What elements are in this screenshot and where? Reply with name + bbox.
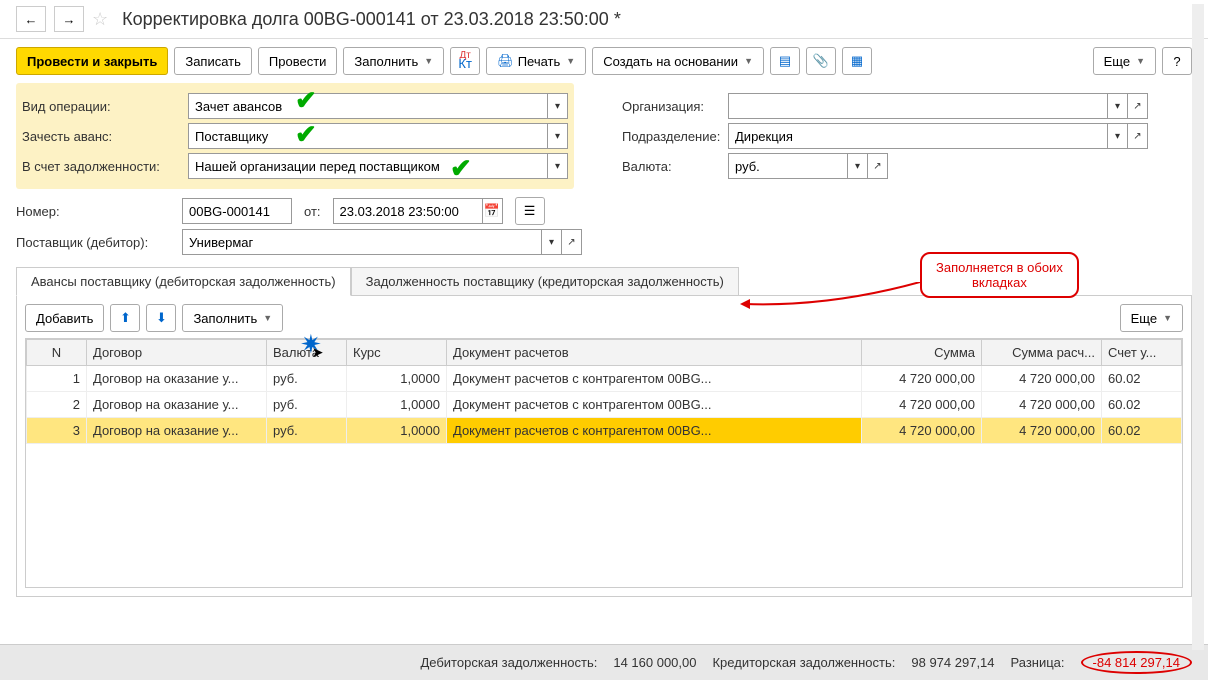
diff-value: -84 814 297,14: [1081, 651, 1192, 674]
number-input[interactable]: [182, 198, 292, 224]
from-label: от:: [304, 204, 321, 219]
currency-open[interactable]: ↗: [868, 153, 888, 179]
org-dropdown[interactable]: ▾: [1108, 93, 1128, 119]
table-row[interactable]: 2Договор на оказание у...руб.1,0000Докум…: [27, 392, 1182, 418]
table-row[interactable]: 1Договор на оказание у...руб.1,0000Докум…: [27, 366, 1182, 392]
date-input[interactable]: [333, 198, 483, 224]
col-rate[interactable]: Курс: [347, 340, 447, 366]
debt-label: В счет задолженности:: [22, 159, 182, 174]
dept-dropdown[interactable]: ▾: [1108, 123, 1128, 149]
op-type-input[interactable]: [188, 93, 548, 119]
paperclip-icon: 📎: [813, 53, 829, 69]
cred-value: 98 974 297,14: [911, 655, 994, 670]
supplier-input[interactable]: [182, 229, 542, 255]
currency-label: Валюта:: [622, 159, 722, 174]
page-title: Корректировка долга 00BG-000141 от 23.03…: [116, 9, 621, 30]
debt-dropdown[interactable]: ▾: [548, 153, 568, 179]
print-button[interactable]: 🖨Печать▼: [486, 47, 586, 75]
advance-input[interactable]: [188, 123, 548, 149]
currency-input[interactable]: [728, 153, 848, 179]
dept-label: Подразделение:: [622, 129, 722, 144]
add-row-button[interactable]: Добавить: [25, 304, 104, 332]
supplier-label: Поставщик (дебитор):: [16, 235, 176, 250]
org-label: Организация:: [622, 99, 722, 114]
col-account[interactable]: Счет у...: [1102, 340, 1182, 366]
deb-label: Дебиторская задолженность:: [420, 655, 597, 670]
org-input[interactable]: [728, 93, 1108, 119]
advance-label: Зачесть аванс:: [22, 129, 182, 144]
more-button[interactable]: Еще▼: [1093, 47, 1156, 75]
annotation-callout: Заполняется в обоих вкладках: [920, 252, 1079, 298]
cred-label: Кредиторская задолженность:: [712, 655, 895, 670]
list-icon: ☰: [524, 203, 536, 219]
date-extra-button[interactable]: ☰: [515, 197, 545, 225]
dept-open[interactable]: ↗: [1128, 123, 1148, 149]
report-button[interactable]: ▦: [842, 47, 872, 75]
report-icon: ▦: [851, 53, 863, 69]
advance-dropdown[interactable]: ▾: [548, 123, 568, 149]
calendar-button[interactable]: 📅: [483, 198, 503, 224]
col-doc[interactable]: Документ расчетов: [447, 340, 862, 366]
col-n[interactable]: N: [27, 340, 87, 366]
write-button[interactable]: Записать: [174, 47, 252, 75]
supplier-open[interactable]: ↗: [562, 229, 582, 255]
debt-input[interactable]: [188, 153, 548, 179]
tab-advances[interactable]: Авансы поставщику (дебиторская задолженн…: [16, 267, 351, 296]
op-type-label: Вид операции:: [22, 99, 182, 114]
favorite-star-icon[interactable]: ☆: [92, 9, 108, 30]
printer-icon: 🖨: [497, 53, 514, 69]
arrow-up-icon: ⬆: [120, 310, 131, 326]
forward-button[interactable]: →: [54, 6, 84, 32]
post-button[interactable]: Провести: [258, 47, 338, 75]
create-based-button[interactable]: Создать на основании▼: [592, 47, 764, 75]
diff-label: Разница:: [1011, 655, 1065, 670]
post-and-close-button[interactable]: Провести и закрыть: [16, 47, 168, 75]
deb-value: 14 160 000,00: [613, 655, 696, 670]
org-open[interactable]: ↗: [1128, 93, 1148, 119]
tab-debt[interactable]: Задолженность поставщику (кредиторская з…: [351, 267, 739, 296]
fill-button[interactable]: Заполнить▼: [343, 47, 444, 75]
col-sum-calc[interactable]: Сумма расч...: [982, 340, 1102, 366]
back-button[interactable]: ←: [16, 6, 46, 32]
op-type-dropdown[interactable]: ▾: [548, 93, 568, 119]
dept-input[interactable]: [728, 123, 1108, 149]
attach-button[interactable]: 📎: [806, 47, 836, 75]
calendar-icon: 📅: [484, 203, 500, 219]
structure-icon: ▤: [779, 53, 791, 69]
col-contract[interactable]: Договор: [87, 340, 267, 366]
number-label: Номер:: [16, 204, 176, 219]
supplier-dropdown[interactable]: ▾: [542, 229, 562, 255]
help-button[interactable]: ?: [1162, 47, 1192, 75]
vertical-scrollbar[interactable]: [1192, 4, 1204, 650]
cursor-burst-icon: ✷➤: [300, 329, 334, 360]
tab-more-button[interactable]: Еще▼: [1120, 304, 1183, 332]
structure-button[interactable]: ▤: [770, 47, 800, 75]
arrow-down-icon: ⬇: [156, 310, 167, 326]
col-sum[interactable]: Сумма: [862, 340, 982, 366]
move-up-button[interactable]: ⬆: [110, 304, 140, 332]
move-down-button[interactable]: ⬇: [146, 304, 176, 332]
dtkt-button[interactable]: ДтКт: [450, 47, 480, 75]
table-row[interactable]: 3Договор на оказание у...руб.1,0000Докум…: [27, 418, 1182, 444]
dtkt-icon: ДтКт: [458, 52, 472, 70]
fill-rows-button[interactable]: Заполнить▼: [182, 304, 283, 332]
currency-dropdown[interactable]: ▾: [848, 153, 868, 179]
